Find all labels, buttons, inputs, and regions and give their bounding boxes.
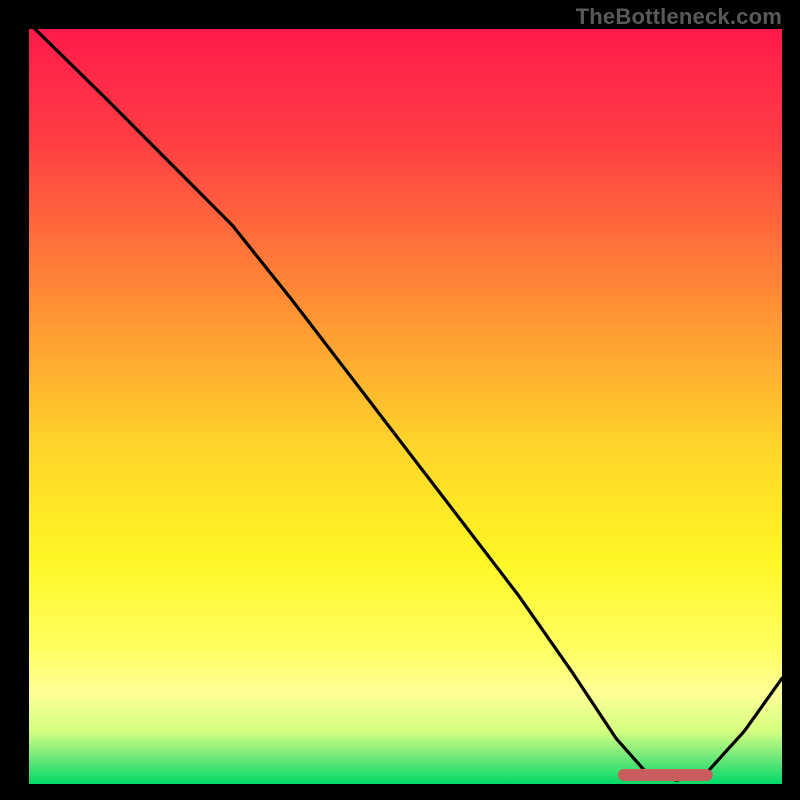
chart-background	[29, 29, 782, 784]
chart-svg	[29, 29, 782, 784]
watermark-text: TheBottleneck.com	[576, 4, 782, 30]
chart-plot-area	[29, 29, 782, 784]
